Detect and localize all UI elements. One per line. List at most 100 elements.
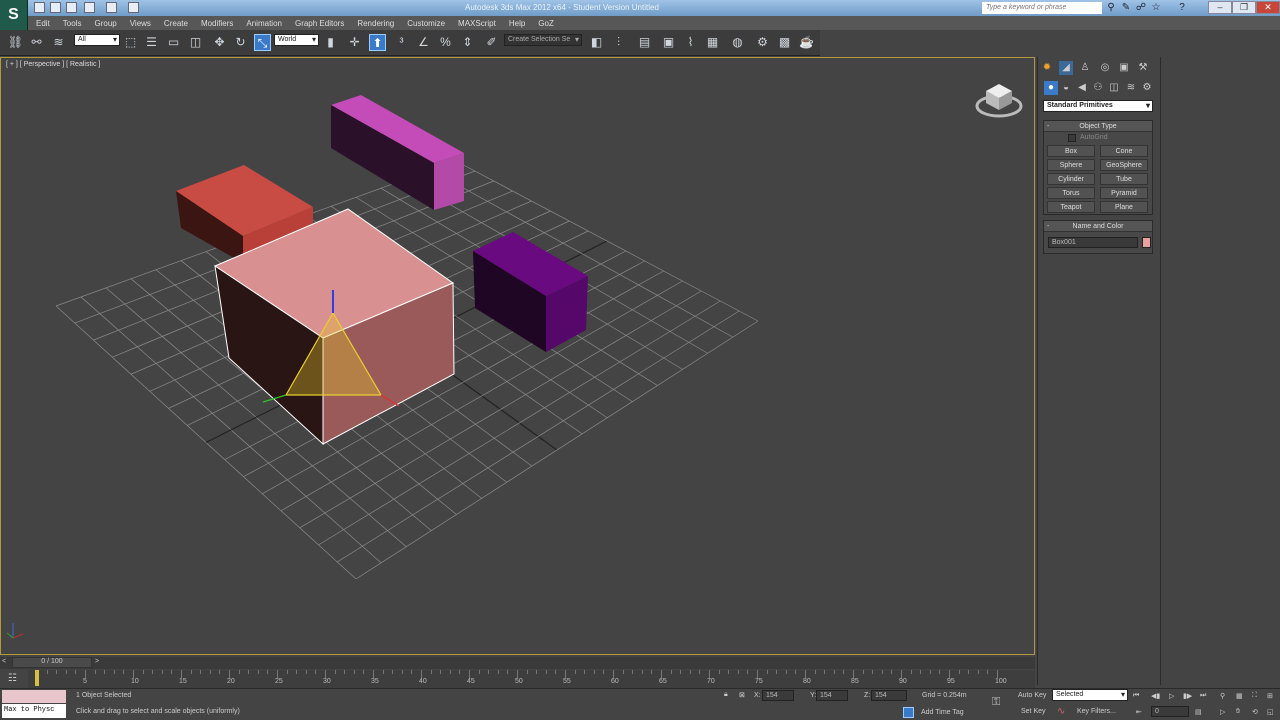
space-warps-icon[interactable]: ≋ <box>1124 81 1138 95</box>
perspective-viewport[interactable]: [ + ] [ Perspective ] [ Realistic ] <box>0 57 1035 655</box>
material-editor-icon[interactable]: ◍ <box>729 34 746 51</box>
motion-tab-icon[interactable]: ◎ <box>1098 61 1112 75</box>
field-of-view-icon[interactable]: ▷ <box>1220 708 1225 716</box>
app-logo-button[interactable]: S <box>0 0 28 30</box>
time-next-icon[interactable]: > <box>95 658 99 665</box>
favorites-star-icon[interactable]: ☆ <box>1150 2 1162 14</box>
wrench-icon[interactable]: ✎ <box>1120 2 1132 14</box>
zoom-extents-all-icon[interactable]: ⊞ <box>1267 692 1273 700</box>
rotate-icon[interactable]: ↻ <box>232 34 249 51</box>
key-filters-button[interactable]: Key Filters... <box>1077 708 1116 715</box>
pan-icon[interactable]: ✋︎ <box>1236 708 1240 716</box>
menu-group[interactable]: Group <box>94 19 116 28</box>
selection-filter-dropdown[interactable]: All <box>74 34 120 46</box>
mini-curve-editor-icon[interactable]: ☷ <box>8 673 17 684</box>
time-marker[interactable] <box>35 670 39 686</box>
cameras-icon[interactable]: ⚇ <box>1091 81 1105 95</box>
absolute-mode-icon[interactable]: ⊠ <box>739 691 745 699</box>
binoculars-icon[interactable]: ⚲ <box>1105 2 1117 14</box>
torus-button[interactable]: Torus <box>1047 187 1095 199</box>
reference-coord-dropdown[interactable]: World <box>274 34 319 46</box>
window-crossing-icon[interactable]: ◫ <box>187 34 204 51</box>
time-tag-icon[interactable] <box>903 707 914 718</box>
named-selection-dropdown[interactable]: Create Selection Se <box>504 34 582 46</box>
create-tab-icon[interactable]: ✹ <box>1040 61 1054 75</box>
menu-edit[interactable]: Edit <box>36 19 50 28</box>
set-key-button[interactable]: Set Key <box>1021 708 1046 715</box>
time-prev-icon[interactable]: < <box>2 658 6 665</box>
pyramid-button[interactable]: Pyramid <box>1100 187 1148 199</box>
angle-snap-icon[interactable]: ∠ <box>415 34 432 51</box>
cone-button[interactable]: Cone <box>1100 145 1148 157</box>
rendered-frame-window-icon[interactable]: ▩ <box>776 34 793 51</box>
snaps-toggle-icon[interactable]: ³ <box>393 34 410 51</box>
scale-icon[interactable]: ⤡ <box>254 34 271 51</box>
layer-manager-icon[interactable]: ▤ <box>636 34 653 51</box>
menu-help[interactable]: Help <box>509 19 525 28</box>
plane-button[interactable]: Plane <box>1100 201 1148 213</box>
lock-selection-icon[interactable]: 🔒︎ <box>724 691 728 699</box>
geometry-icon[interactable]: ● <box>1044 81 1058 95</box>
key-mode-dropdown[interactable]: Selected <box>1052 689 1128 701</box>
render-setup-icon[interactable]: ⚙ <box>754 34 771 51</box>
pivot-center-icon[interactable]: ▮ <box>322 34 339 51</box>
move-icon[interactable]: ✥ <box>211 34 228 51</box>
autogrid-checkbox[interactable] <box>1068 134 1076 142</box>
y-coordinate-input[interactable]: 154 <box>816 690 848 701</box>
save-icon[interactable] <box>66 2 77 13</box>
scene-explorer-icon[interactable]: ▣ <box>660 34 677 51</box>
edit-named-selection-icon[interactable]: ✐ <box>483 34 500 51</box>
keyboard-shortcut-override-icon[interactable]: ⬆ <box>369 34 386 51</box>
render-production-icon[interactable]: ☕ <box>798 34 815 51</box>
menu-views[interactable]: Views <box>130 19 151 28</box>
lights-icon[interactable]: ◀ <box>1075 81 1089 95</box>
curve-editor-icon[interactable]: ⌇ <box>682 34 699 51</box>
add-time-tag-button[interactable]: Add Time Tag <box>921 709 964 716</box>
open-icon[interactable] <box>50 2 61 13</box>
x-coordinate-input[interactable]: 154 <box>762 690 794 701</box>
undo-icon[interactable] <box>84 2 95 13</box>
zoom-icon[interactable]: ⚲ <box>1220 692 1225 700</box>
play-icon[interactable]: ▷ <box>1169 692 1174 700</box>
unlink-icon[interactable]: ⚯ <box>28 34 45 51</box>
select-object-icon[interactable]: ⬚ <box>122 34 139 51</box>
zoom-extents-icon[interactable]: ⛶ <box>1252 692 1257 700</box>
select-by-name-icon[interactable]: ☰ <box>143 34 160 51</box>
menu-rendering[interactable]: Rendering <box>357 19 394 28</box>
zoom-all-icon[interactable]: ▦ <box>1236 692 1243 700</box>
new-icon[interactable] <box>34 2 45 13</box>
orbit-icon[interactable]: ⟲ <box>1252 708 1258 716</box>
menu-create[interactable]: Create <box>164 19 188 28</box>
utilities-tab-icon[interactable]: ⚒ <box>1136 61 1150 75</box>
time-slider-track[interactable] <box>0 657 1035 669</box>
current-frame-input[interactable]: 0 <box>1151 706 1189 717</box>
go-to-end-icon[interactable]: ⏭ <box>1200 692 1206 700</box>
object-name-input[interactable]: Box001 <box>1048 237 1138 248</box>
rectangular-selection-icon[interactable]: ▭ <box>165 34 182 51</box>
redo-icon[interactable] <box>106 2 117 13</box>
select-manipulate-icon[interactable]: ✛ <box>346 34 363 51</box>
percent-snap-icon[interactable]: % <box>437 34 454 51</box>
helpers-icon[interactable]: ◫ <box>1107 81 1121 95</box>
menu-customize[interactable]: Customize <box>407 19 445 28</box>
project-folder-icon[interactable] <box>128 2 139 13</box>
maximize-button[interactable]: ❐ <box>1232 1 1256 14</box>
help-icon[interactable]: ? <box>1176 2 1188 14</box>
tube-button[interactable]: Tube <box>1100 173 1148 185</box>
align-icon[interactable]: ⫶ <box>610 34 627 51</box>
menu-modifiers[interactable]: Modifiers <box>201 19 233 28</box>
timeline-track[interactable]: 0510152025303540455055606570758085909510… <box>28 670 1035 688</box>
maximize-viewport-icon[interactable]: ◱ <box>1267 708 1274 716</box>
name-and-color-header[interactable]: - Name and Color <box>1044 221 1152 232</box>
set-key-icon[interactable]: ∿ <box>1057 706 1065 717</box>
previous-frame-icon[interactable]: ◀▮ <box>1151 692 1160 700</box>
go-to-start-icon[interactable]: ⏮ <box>1133 692 1139 700</box>
spinner-snap-icon[interactable]: ⇕ <box>459 34 476 51</box>
subscription-icon[interactable]: ☍ <box>1135 2 1147 14</box>
menu-goz[interactable]: GoZ <box>538 19 554 28</box>
teapot-button[interactable]: Teapot <box>1047 201 1095 213</box>
systems-icon[interactable]: ⚙ <box>1140 81 1154 95</box>
next-frame-icon[interactable]: ▮▶ <box>1183 692 1192 700</box>
box-button[interactable]: Box <box>1047 145 1095 157</box>
key-icon[interactable]: ⚿ <box>992 696 1000 709</box>
